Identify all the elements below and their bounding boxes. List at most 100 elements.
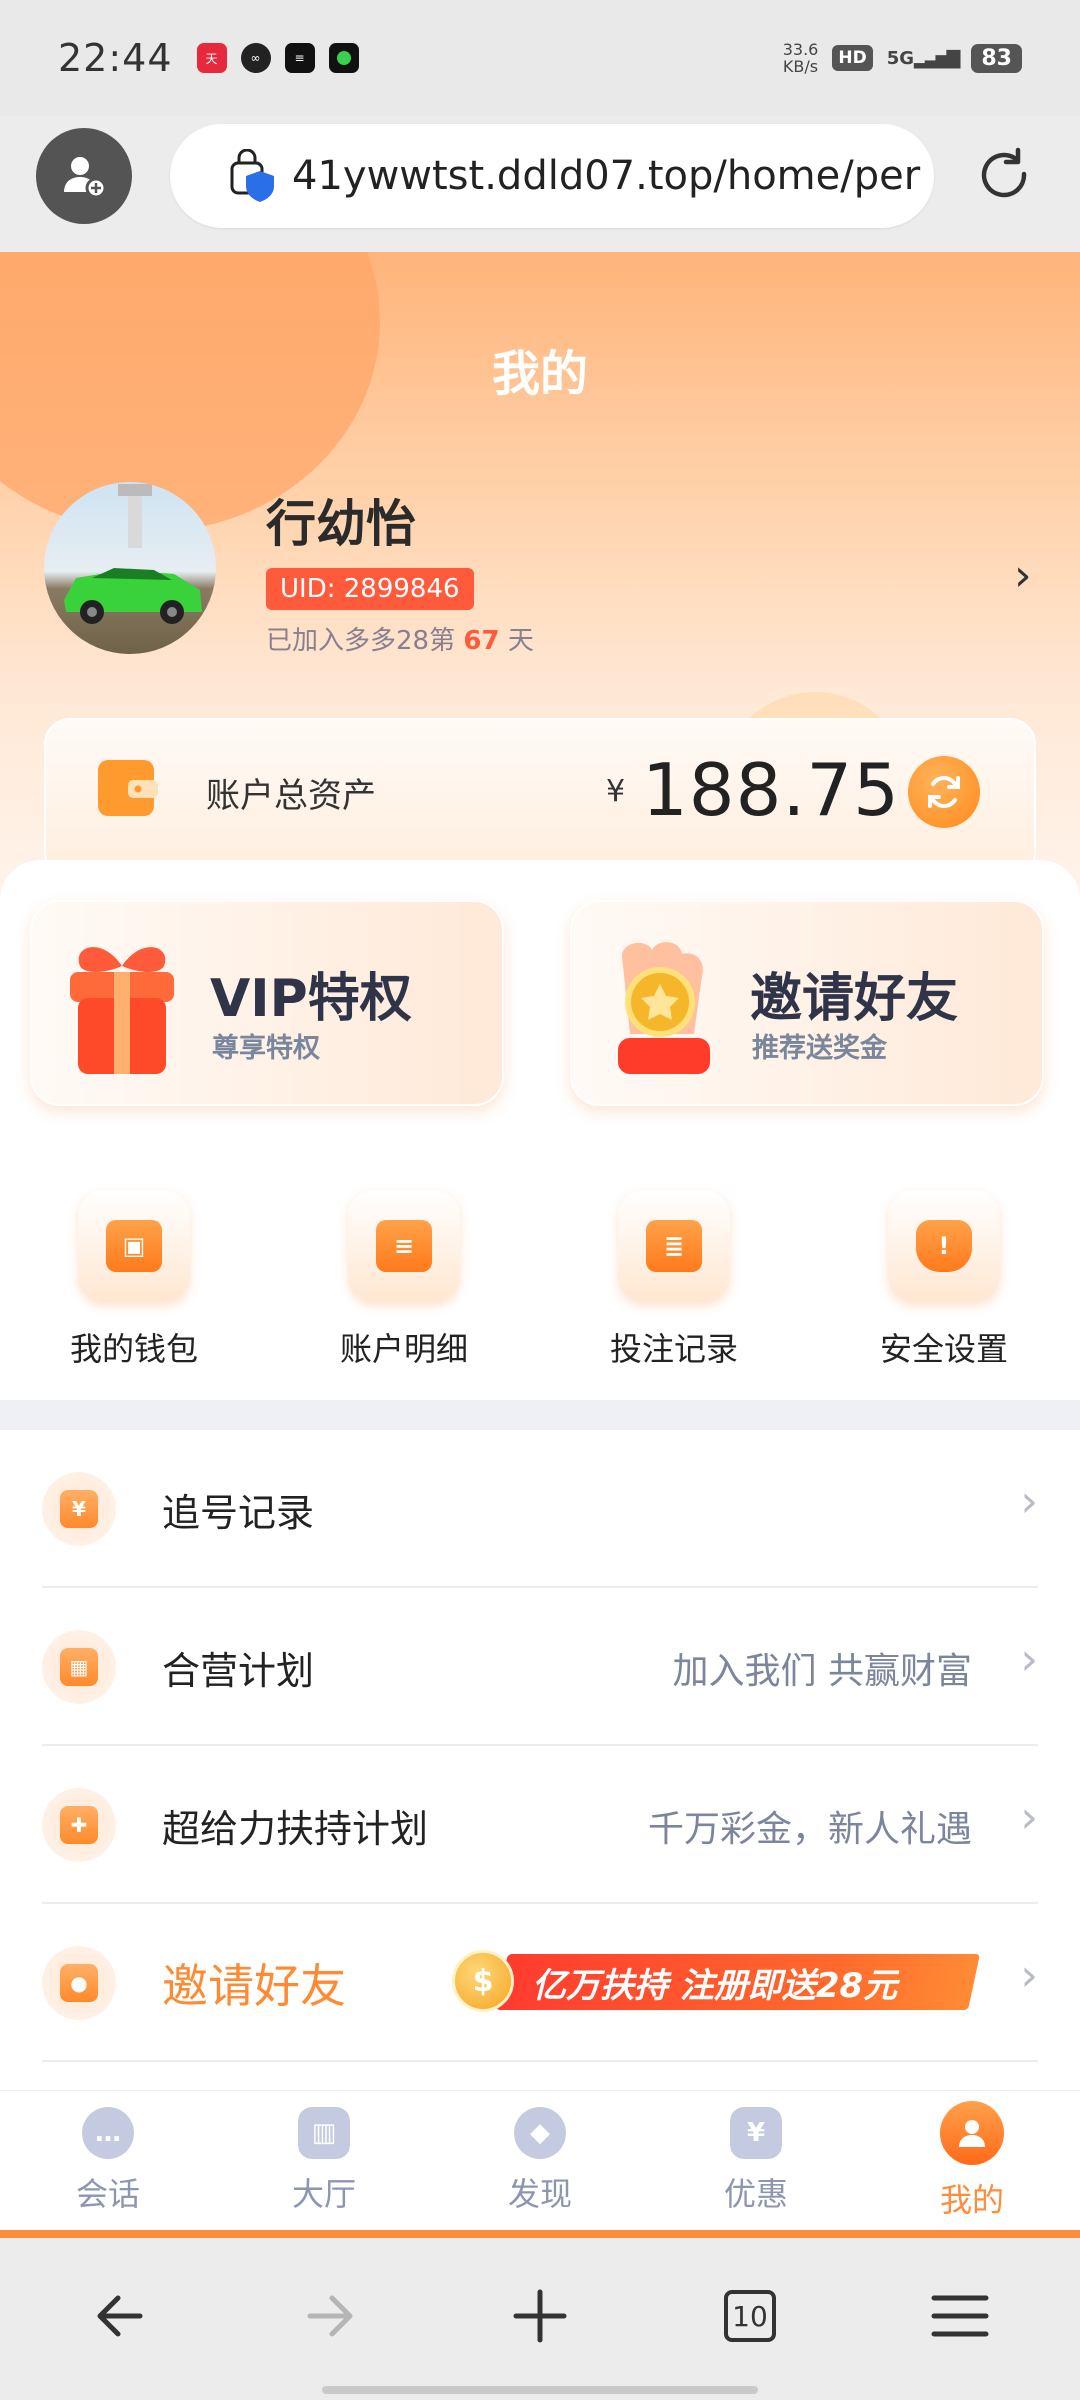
coin-icon: $ <box>452 1950 514 2012</box>
gift-icon: ✚ <box>42 1788 116 1862</box>
arrow-left-icon <box>97 2295 143 2337</box>
promo-banner[interactable]: $ 亿万扶持 注册即送28元 <box>452 1950 980 2012</box>
menu-item-chase-records[interactable]: ¥ 追号记录 › <box>42 1430 1038 1588</box>
quick-action-account-details[interactable]: ≡ 账户明细 <box>304 1190 504 1370</box>
game-icon <box>328 43 359 73</box>
url-text: 41ywwtst.ddld07.top/home/per <box>292 153 921 199</box>
tab-offers[interactable]: ¥ 优惠 <box>648 2091 864 2230</box>
invite-friends-card[interactable]: 邀请好友 推荐送奖金 <box>570 900 1044 1106</box>
quick-action-security[interactable]: ! 安全设置 <box>844 1190 1044 1370</box>
refresh-balance-button[interactable] <box>908 756 980 828</box>
profile-header: 我的 行幼怡 UID: 2899846 已加入多多28第 67 天 › 账户总资… <box>0 252 1080 892</box>
uid-badge: UID: 2899846 <box>266 568 474 610</box>
menu-item-partnership-plan[interactable]: ▦ 合营计划 加入我们 共赢财富 › <box>42 1588 1038 1746</box>
chevron-right-icon: › <box>1020 1634 1038 1685</box>
wallet-icon <box>98 760 158 816</box>
news-icon: ≡ <box>284 43 315 73</box>
asset-value: 188.75 <box>642 748 900 832</box>
home-indicator[interactable] <box>322 2386 758 2394</box>
tab-label: 发现 <box>507 2174 572 2213</box>
new-tab-button[interactable] <box>500 2276 580 2356</box>
browser-toolbar: 41ywwtst.ddld07.top/home/per <box>0 116 1080 252</box>
menu-item-invite-friends[interactable]: ● 邀请好友 $ 亿万扶持 注册即送28元 › <box>42 1904 1038 2062</box>
quick-action-bet-records[interactable]: ≣ 投注记录 <box>574 1190 774 1370</box>
tabs-count: 10 <box>724 2290 776 2342</box>
tabs-button[interactable]: 10 <box>710 2276 790 2356</box>
tab-discover[interactable]: ◆ 发现 <box>432 2091 648 2230</box>
hand-coin-icon <box>618 942 710 1074</box>
wallet-icon: ▣ <box>78 1190 190 1302</box>
hamburger-menu-icon <box>931 2295 989 2337</box>
quick-action-wallet[interactable]: ▣ 我的钱包 <box>34 1190 234 1370</box>
browser-navigation: 10 <box>0 2238 1080 2400</box>
tmall-icon: 天 <box>196 43 227 73</box>
quick-action-label: 账户明细 <box>339 1330 468 1368</box>
signal-icon: 5G▂▃▅▇ <box>886 47 961 69</box>
menu-item-note: 千万彩金，新人礼遇 <box>647 1809 972 1850</box>
security-shield-icon <box>230 149 274 202</box>
promo-title: 邀请好友 <box>750 969 959 1029</box>
account-icon[interactable] <box>36 128 132 224</box>
user-icon <box>940 2100 1004 2165</box>
bank-icon: ▥ <box>298 2106 350 2159</box>
refresh-icon <box>928 776 960 808</box>
gift-box-icon <box>70 947 174 1074</box>
menu-item-label: 合营计划 <box>162 1649 315 1693</box>
chevron-right-icon: › <box>1020 1950 1038 2001</box>
chat-bubble-icon: … <box>82 2106 134 2159</box>
menu-item-support-plan[interactable]: ✚ 超给力扶持计划 千万彩金，新人礼遇 › <box>42 1746 1038 1904</box>
menu-item-label: 追号记录 <box>162 1491 315 1535</box>
chevron-right-icon: › <box>1020 1792 1038 1843</box>
screen: 22:44 天 ∞ ≡ 33.6 KB/s HD 5G▂▃▅▇ 83 41yww… <box>0 0 1080 2400</box>
tab-label: 大厅 <box>291 2174 356 2213</box>
menu-item-label: 超给力扶持计划 <box>162 1807 429 1851</box>
compass-icon: ◆ <box>514 2106 566 2159</box>
qr-code-icon: ▦ <box>42 1630 116 1704</box>
notification-icons: 天 ∞ ≡ <box>196 43 359 73</box>
ledger-search-icon: ≡ <box>348 1190 460 1302</box>
link-icon: ∞ <box>240 43 271 73</box>
address-bar[interactable]: 41ywwtst.ddld07.top/home/per <box>170 124 934 228</box>
yen-coupon-icon: ¥ <box>730 2106 782 2159</box>
banner-text: 亿万扶持 注册即送28元 <box>532 1966 898 2006</box>
content-panel: VIP特权 尊享特权 邀请好友 推荐送奖金 ▣ 我的钱包 ≡ 账户明细 ≣ 投注… <box>0 860 1080 1400</box>
asset-label: 账户总资产 <box>206 776 376 816</box>
reload-icon[interactable] <box>972 144 1036 208</box>
tab-label: 优惠 <box>723 2174 788 2213</box>
back-button[interactable] <box>80 2276 160 2356</box>
asset-card: 账户总资产 ¥ 188.75 <box>44 718 1036 878</box>
quick-action-label: 投注记录 <box>609 1330 738 1368</box>
page-title: 我的 <box>491 346 588 402</box>
promo-title: VIP特权 <box>210 969 412 1029</box>
clock: 22:44 <box>58 36 173 80</box>
menu-item-note: 加入我们 共赢财富 <box>672 1651 972 1692</box>
shield-icon: ! <box>888 1190 1000 1302</box>
join-days: 67 <box>463 626 500 656</box>
quick-action-label: 我的钱包 <box>69 1330 198 1368</box>
divider <box>0 1400 1080 1430</box>
tab-label: 我的 <box>939 2180 1004 2219</box>
arrow-right-icon <box>307 2295 353 2337</box>
vip-privilege-card[interactable]: VIP特权 尊享特权 <box>30 900 504 1106</box>
battery-icon: 83 <box>971 43 1022 73</box>
tab-mine[interactable]: 我的 <box>864 2091 1080 2230</box>
promo-subtitle: 尊享特权 <box>212 1033 320 1064</box>
bottom-tab-bar: … 会话 ▥ 大厅 ◆ 发现 ¥ 优惠 我的 <box>0 2090 1080 2238</box>
menu-button[interactable] <box>920 2276 1000 2356</box>
tab-lobby[interactable]: ▥ 大厅 <box>216 2091 432 2230</box>
quick-action-label: 安全设置 <box>879 1330 1008 1368</box>
promo-subtitle: 推荐送奖金 <box>752 1033 887 1064</box>
hd-icon: HD <box>832 45 873 71</box>
chevron-right-icon: › <box>1020 1476 1038 1527</box>
menu-item-label: 邀请好友 <box>162 1959 346 2013</box>
menu-list: ¥ 追号记录 › ▦ 合营计划 加入我们 共赢财富 › ✚ 超给力扶持计划 千万… <box>0 1430 1080 2090</box>
forward-button[interactable] <box>290 2276 370 2356</box>
network-speed: 33.6 KB/s <box>782 40 819 76</box>
tab-chat[interactable]: … 会话 <box>0 2091 216 2230</box>
currency-symbol: ¥ <box>606 774 626 809</box>
user-name: 行幼怡 <box>266 495 416 553</box>
chevron-right-icon[interactable]: › <box>1014 550 1032 601</box>
avatar[interactable] <box>44 482 216 654</box>
yen-tag-icon: ¥ <box>42 1472 116 1546</box>
tab-label: 会话 <box>75 2174 140 2213</box>
